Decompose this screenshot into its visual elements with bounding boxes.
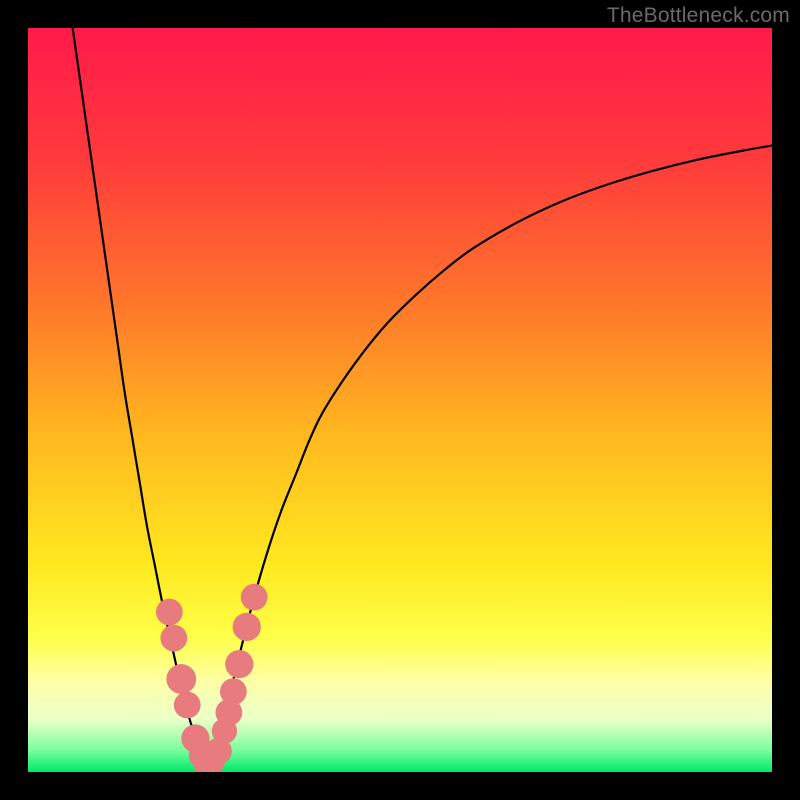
plot-area bbox=[28, 28, 772, 772]
data-point bbox=[241, 584, 268, 611]
chart-frame: TheBottleneck.com bbox=[0, 0, 800, 800]
gradient-background bbox=[28, 28, 772, 772]
data-point bbox=[220, 678, 247, 705]
data-point bbox=[166, 664, 196, 694]
data-point bbox=[225, 650, 253, 678]
data-point bbox=[160, 625, 187, 652]
data-point bbox=[156, 599, 183, 626]
attribution-text: TheBottleneck.com bbox=[607, 4, 790, 28]
data-point bbox=[233, 613, 261, 641]
data-point bbox=[174, 692, 201, 719]
bottleneck-chart bbox=[28, 28, 772, 772]
